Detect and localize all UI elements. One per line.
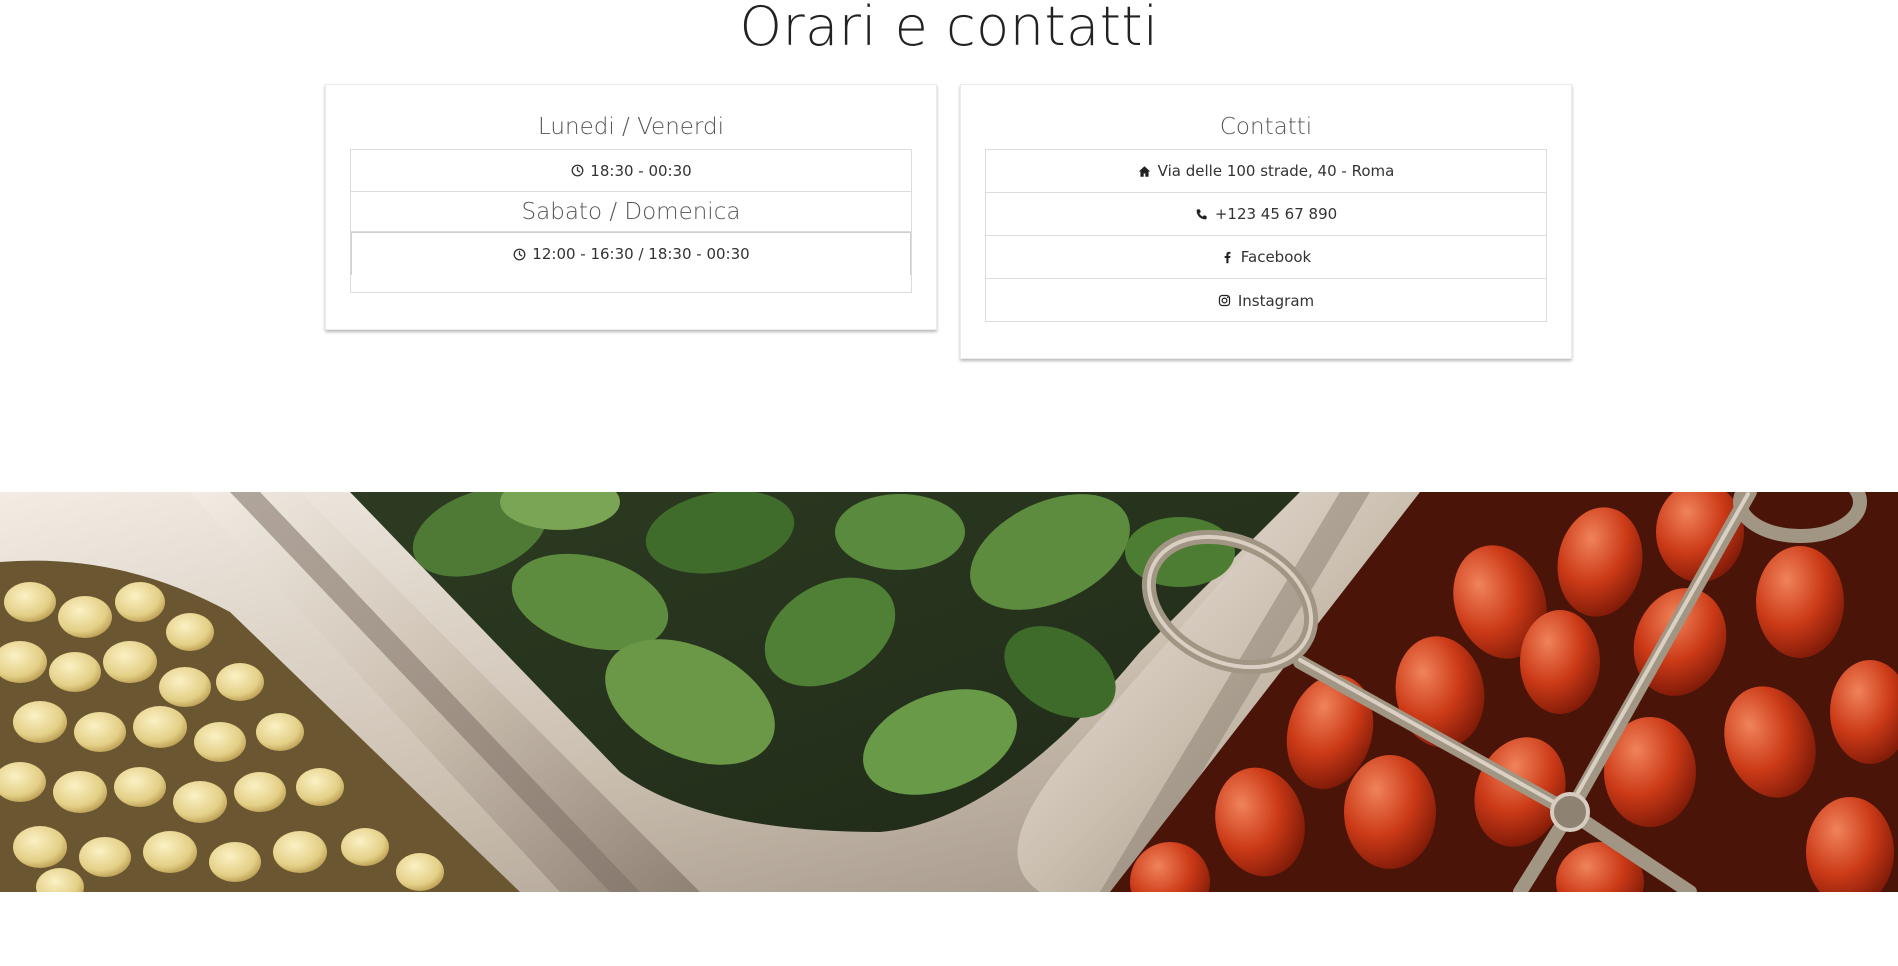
instagram-row[interactable]: Instagram	[986, 279, 1546, 322]
weekdays-heading: Lunedi / Venerdi	[538, 114, 724, 140]
address-row: Via delle 100 strade, 40 - Roma	[986, 150, 1546, 193]
phone-row[interactable]: +123 45 67 890	[986, 193, 1546, 236]
hours-list: 18:30 - 00:30 Sabato / Domenica 12:00 - …	[350, 149, 912, 293]
salad-bar-illustration	[0, 492, 1898, 892]
facebook-row[interactable]: Facebook	[986, 236, 1546, 279]
weekend-hours-row: 12:00 - 16:30 / 18:30 - 00:30	[351, 232, 911, 275]
section-title: Orari e contatti	[739, 0, 1159, 58]
clock-icon	[570, 164, 584, 178]
facebook-icon	[1221, 250, 1235, 264]
contacts-heading: Contatti	[1219, 114, 1313, 140]
clock-icon	[512, 247, 526, 261]
facebook-link[interactable]: Facebook	[1241, 248, 1311, 266]
weekend-hours-text: 12:00 - 16:30 / 18:30 - 00:30	[532, 245, 750, 263]
weekend-heading: Sabato / Domenica	[351, 192, 911, 232]
address-text: Via delle 100 strade, 40 - Roma	[1157, 162, 1395, 180]
instagram-icon	[1218, 294, 1232, 308]
contacts-list: Via delle 100 strade, 40 - Roma +123 45 …	[985, 149, 1547, 322]
phone-link[interactable]: +123 45 67 890	[1215, 205, 1337, 223]
contacts-card: Contatti Via delle 100 strade, 40 - Roma…	[960, 84, 1572, 359]
phone-icon	[1195, 207, 1209, 221]
hours-card: Lunedi / Venerdi 18:30 - 00:30 Sabato / …	[325, 84, 937, 330]
home-icon	[1138, 164, 1152, 178]
weekdays-hours-text: 18:30 - 00:30	[590, 161, 692, 180]
food-banner-image	[0, 492, 1898, 892]
weekdays-hours-row: 18:30 - 00:30	[351, 150, 911, 192]
instagram-link[interactable]: Instagram	[1238, 292, 1314, 310]
